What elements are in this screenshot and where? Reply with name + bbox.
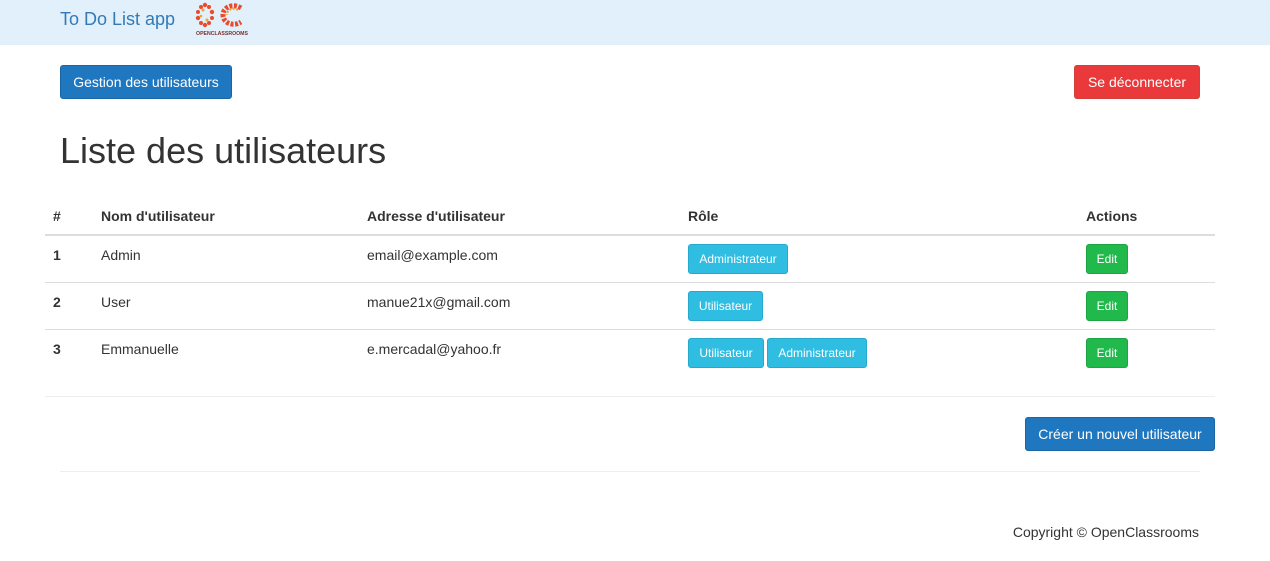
- edit-user-button[interactable]: Edit: [1086, 338, 1128, 368]
- manage-users-button[interactable]: Gestion des utilisateurs: [60, 65, 232, 99]
- logout-button[interactable]: Se déconnecter: [1074, 65, 1200, 99]
- page-title: Liste des utilisateurs: [60, 130, 387, 171]
- edit-user-button[interactable]: Edit: [1086, 244, 1128, 274]
- column-header-email: Adresse d'utilisateur: [367, 208, 505, 224]
- role-badge-utilisateur[interactable]: Utilisateur: [688, 338, 764, 368]
- role-badge-administrateur[interactable]: Administrateur: [688, 244, 788, 274]
- openclassrooms-logo: OPENCLASSROOMS: [195, 2, 248, 37]
- brand-link[interactable]: To Do List app: [60, 9, 175, 30]
- column-header-actions: Actions: [1086, 208, 1138, 224]
- row-email: manue21x@gmail.com: [367, 294, 511, 310]
- column-header-username: Nom d'utilisateur: [101, 208, 215, 224]
- table-header-divider: [45, 234, 1215, 236]
- table-bottom-divider: [45, 396, 1215, 397]
- row-id: 1: [53, 247, 61, 263]
- row-username: User: [101, 294, 131, 310]
- row-email: email@example.com: [367, 247, 498, 263]
- row-username: Emmanuelle: [101, 341, 179, 357]
- column-header-role: Rôle: [688, 208, 719, 224]
- row-divider: [45, 282, 1215, 283]
- logo-text: OPENCLASSROOMS: [196, 31, 248, 37]
- footer-copyright: Copyright © OpenClassrooms: [1012, 524, 1199, 540]
- row-username: Admin: [101, 247, 141, 263]
- column-header-id: #: [53, 208, 61, 224]
- create-user-button[interactable]: Créer un nouvel utilisateur: [1025, 417, 1215, 451]
- role-badge-utilisateur[interactable]: Utilisateur: [688, 291, 763, 321]
- row-email: e.mercadal@yahoo.fr: [367, 341, 502, 357]
- row-divider: [45, 329, 1215, 330]
- navbar: To Do List app OPENCLASSROOMS: [0, 0, 1270, 45]
- row-id: 2: [53, 294, 61, 310]
- footer-divider: [60, 471, 1200, 472]
- role-badge-administrateur[interactable]: Administrateur: [767, 338, 867, 368]
- edit-user-button[interactable]: Edit: [1086, 291, 1128, 321]
- row-id: 3: [53, 341, 61, 357]
